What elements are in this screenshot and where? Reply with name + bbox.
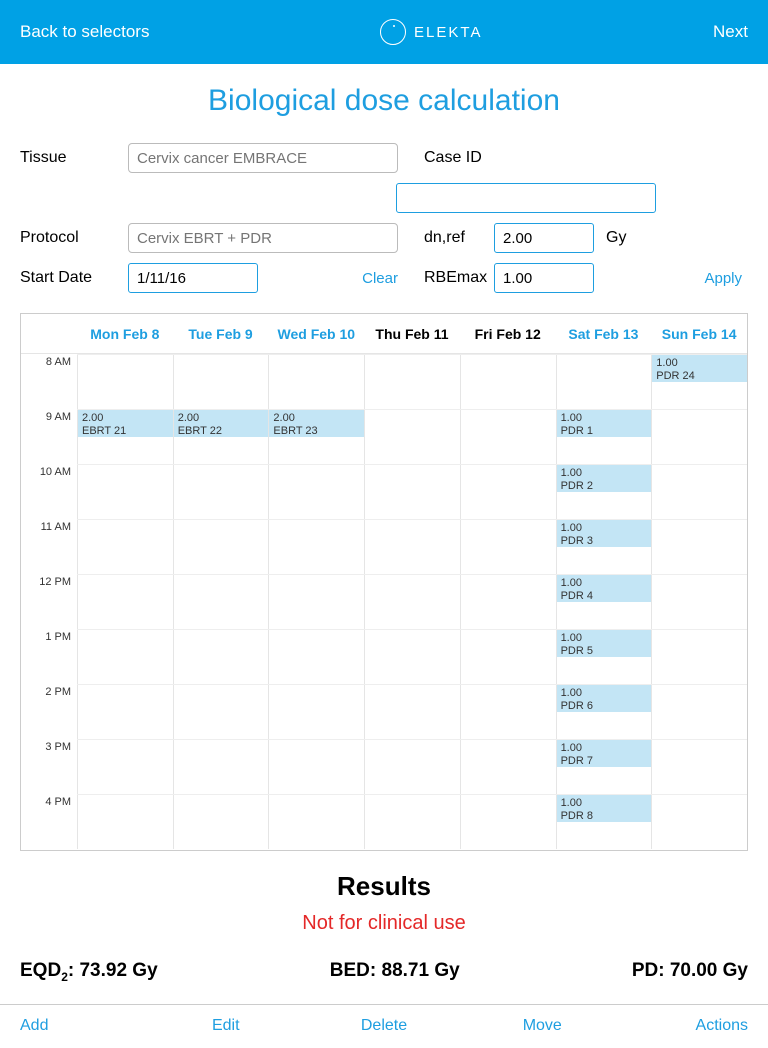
delete-button[interactable]: Delete	[305, 1017, 463, 1035]
day-header[interactable]: Mon Feb 8	[77, 314, 173, 353]
rbemax-label: RBEmax	[406, 269, 486, 287]
form: Tissue Case ID Protocol dn,ref Gy Start …	[0, 143, 768, 293]
time-label: 8 AM	[21, 354, 77, 409]
clear-button[interactable]: Clear	[362, 270, 398, 287]
time-label: 1 PM	[21, 629, 77, 684]
time-label: 3 PM	[21, 739, 77, 794]
page-title: Biological dose calculation	[0, 84, 768, 118]
rbemax-input[interactable]	[494, 263, 594, 293]
schedule-event[interactable]: 1.00PDR 5	[557, 629, 652, 657]
bottom-toolbar: Add Edit Delete Move Actions	[0, 1004, 768, 1048]
schedule-event[interactable]: 1.00PDR 6	[557, 684, 652, 712]
add-button[interactable]: Add	[0, 1017, 147, 1035]
startdate-label: Start Date	[20, 269, 120, 287]
day-header[interactable]: Wed Feb 10	[268, 314, 364, 353]
protocol-input[interactable]	[128, 223, 398, 253]
time-label: 2 PM	[21, 684, 77, 739]
day-header[interactable]: Fri Feb 12	[460, 314, 556, 353]
time-label: 4 PM	[21, 794, 77, 849]
day-header[interactable]: Tue Feb 9	[173, 314, 269, 353]
time-label: 11 AM	[21, 519, 77, 574]
day-column[interactable]: 1.00PDR 1 1.00PDR 2 1.00PDR 3 1.00PDR 4 1.00…	[556, 354, 652, 849]
day-column[interactable]: 2.00EBRT 22	[173, 354, 269, 849]
schedule-event[interactable]: 1.00PDR 1	[557, 409, 652, 437]
apply-button[interactable]: Apply	[682, 270, 742, 287]
caseid-label: Case ID	[406, 149, 674, 167]
schedule-event[interactable]: 1.00PDR 24	[652, 354, 747, 382]
schedule-body: 8 AM9 AM10 AM11 AM12 PM1 PM2 PM3 PM4 PM 2…	[21, 354, 747, 849]
schedule-event[interactable]: 2.00EBRT 21	[78, 409, 173, 437]
startdate-input[interactable]	[128, 263, 258, 293]
results-title: Results	[0, 871, 768, 902]
schedule-event[interactable]: 1.00PDR 3	[557, 519, 652, 547]
bed-metric: BED: 88.71 Gy	[330, 960, 460, 984]
schedule-event[interactable]: 1.00PDR 2	[557, 464, 652, 492]
edit-button[interactable]: Edit	[147, 1017, 305, 1035]
tissue-label: Tissue	[20, 149, 120, 167]
next-button[interactable]: Next	[713, 22, 748, 42]
brand-logo: ELEKTA	[380, 19, 482, 45]
schedule-event[interactable]: 2.00EBRT 23	[269, 409, 364, 437]
day-column[interactable]	[364, 354, 460, 849]
schedule[interactable]: Mon Feb 8Tue Feb 9Wed Feb 10Thu Feb 11Fr…	[20, 313, 748, 851]
schedule-event[interactable]: 2.00EBRT 22	[174, 409, 269, 437]
topbar: Back to selectors ELEKTA Next	[0, 0, 768, 64]
dnref-input[interactable]	[494, 223, 594, 253]
schedule-event[interactable]: 1.00PDR 7	[557, 739, 652, 767]
day-header[interactable]: Sun Feb 14	[651, 314, 747, 353]
schedule-event[interactable]: 1.00PDR 8	[557, 794, 652, 822]
move-button[interactable]: Move	[463, 1017, 621, 1035]
tissue-input[interactable]	[128, 143, 398, 173]
day-column[interactable]: 1.00PDR 24	[651, 354, 747, 849]
day-header[interactable]: Thu Feb 11	[364, 314, 460, 353]
time-label: 12 PM	[21, 574, 77, 629]
time-label: 10 AM	[21, 464, 77, 519]
time-label: 9 AM	[21, 409, 77, 464]
day-column[interactable]: 2.00EBRT 23	[268, 354, 364, 849]
day-column[interactable]: 2.00EBRT 21	[77, 354, 173, 849]
protocol-label: Protocol	[20, 229, 120, 247]
dnref-unit: Gy	[602, 229, 626, 247]
brand-circle-icon	[380, 19, 406, 45]
pd-metric: PD: 70.00 Gy	[632, 960, 748, 984]
eqd2-metric: EQD2: 73.92 Gy	[20, 960, 158, 984]
metrics-row: EQD2: 73.92 Gy BED: 88.71 Gy PD: 70.00 G…	[0, 935, 768, 1004]
schedule-header: Mon Feb 8Tue Feb 9Wed Feb 10Thu Feb 11Fr…	[21, 314, 747, 354]
schedule-event[interactable]: 1.00PDR 4	[557, 574, 652, 602]
day-column[interactable]	[460, 354, 556, 849]
caseid-input[interactable]	[396, 183, 656, 213]
actions-button[interactable]: Actions	[621, 1017, 768, 1035]
warning-text: Not for clinical use	[0, 912, 768, 935]
back-button[interactable]: Back to selectors	[20, 22, 149, 42]
day-header[interactable]: Sat Feb 13	[556, 314, 652, 353]
brand-text: ELEKTA	[414, 24, 482, 41]
dnref-label: dn,ref	[406, 229, 486, 247]
